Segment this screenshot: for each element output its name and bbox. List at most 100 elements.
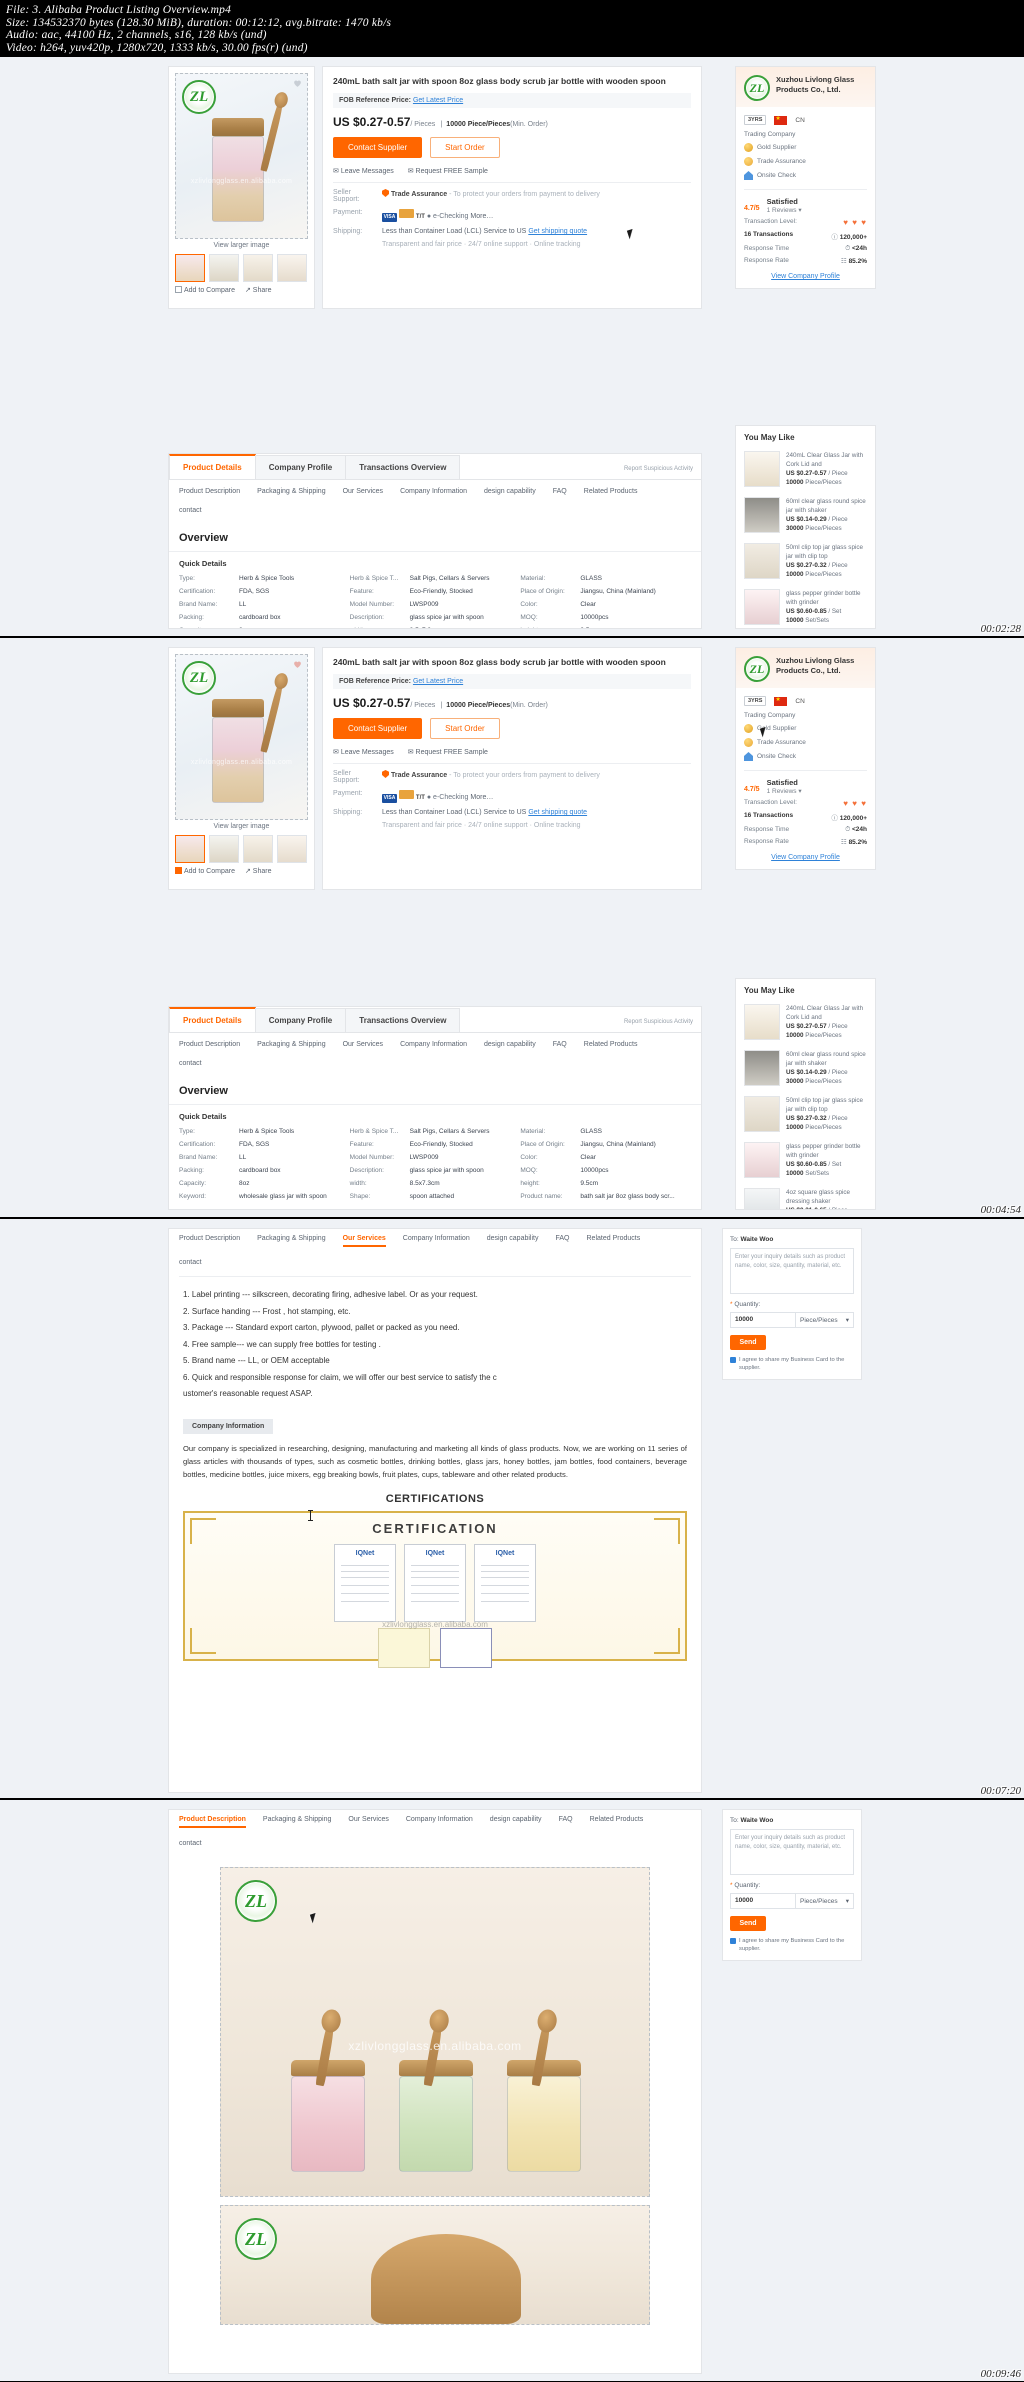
report-suspicious-activity-link[interactable]: Report Suspicious Activity — [616, 1019, 701, 1032]
thumbnail-4[interactable] — [277, 254, 307, 282]
list-item[interactable]: 50ml clip top jar glass spice jar with c… — [736, 1091, 875, 1137]
subtab-product-description[interactable]: Product Description — [179, 1235, 240, 1247]
subtab-design-capability[interactable]: design capability — [487, 1235, 539, 1247]
inquiry-message-input[interactable]: Enter your inquiry details such as produ… — [730, 1829, 854, 1875]
contact-supplier-button[interactable]: Contact Supplier — [333, 718, 423, 739]
contact-supplier-button[interactable]: Contact Supplier — [333, 137, 423, 158]
list-item[interactable]: 60ml clear glass round spice jar with sh… — [736, 1045, 875, 1091]
subtab-our-services[interactable]: Our Services — [342, 1235, 386, 1247]
subtab-packaging-shipping[interactable]: Packaging & Shipping — [257, 488, 326, 495]
quantity-input[interactable]: 10000 — [731, 1894, 795, 1908]
favorite-heart-icon[interactable] — [293, 660, 302, 669]
list-item[interactable]: 50ml clip top jar glass spice jar with c… — [736, 538, 875, 584]
list-item[interactable]: 4oz square glass spice dressing shakerUS… — [736, 1183, 875, 1209]
tab-transactions-overview[interactable]: Transactions Overview — [345, 455, 461, 479]
request-sample-link[interactable]: ✉ Request FREE Sample — [408, 167, 488, 175]
tab-company-profile[interactable]: Company Profile — [254, 455, 347, 479]
video-frame-2[interactable]: ZL xzlivlongglass.en.alibaba.com View la… — [0, 638, 1024, 1219]
thumbnail-3[interactable] — [243, 254, 273, 282]
subtab-faq[interactable]: FAQ — [553, 488, 567, 495]
start-order-button[interactable]: Start Order — [430, 137, 500, 158]
get-shipping-quote-link[interactable]: Get shipping quote — [528, 809, 587, 816]
sub-tabs[interactable]: Product Description Packaging & Shipping… — [169, 480, 701, 503]
subtab-faq[interactable]: FAQ — [559, 1816, 573, 1828]
favorite-heart-icon[interactable] — [293, 79, 302, 88]
add-to-compare-checkbox[interactable]: Add to Compare — [175, 867, 235, 875]
subtab-company-information[interactable]: Company Information — [400, 1041, 467, 1048]
share-button[interactable]: ↗ Share — [245, 867, 272, 875]
start-order-button[interactable]: Start Order — [430, 718, 500, 739]
product-photo-large-2[interactable]: ZL — [220, 2205, 650, 2325]
view-larger-image-link[interactable]: View larger image — [175, 823, 308, 830]
get-latest-price-link[interactable]: Get Latest Price — [413, 97, 463, 104]
quantity-field[interactable]: 10000 Piece/Pieces ▾ — [730, 1893, 854, 1909]
tab-product-details[interactable]: Product Details — [169, 454, 256, 479]
tab-product-details[interactable]: Product Details — [169, 1007, 256, 1032]
thumbnail-1[interactable] — [175, 835, 205, 863]
thumbnail-4[interactable] — [277, 835, 307, 863]
thumbnail-2[interactable] — [209, 254, 239, 282]
sub-tabs[interactable]: Product Description Packaging & Shipping… — [169, 1810, 701, 1836]
sub-tabs[interactable]: Product Description Packaging & Shipping… — [169, 1033, 701, 1056]
supplier-name[interactable]: Xuzhou Livlong Glass Products Co., Ltd. — [776, 656, 867, 682]
subtab-company-information[interactable]: Company Information — [403, 1235, 470, 1247]
inquiry-message-input[interactable]: Enter your inquiry details such as produ… — [730, 1248, 854, 1294]
subtab-packaging-shipping[interactable]: Packaging & Shipping — [257, 1235, 326, 1247]
subtab-related-products[interactable]: Related Products — [587, 1235, 641, 1247]
subtab-company-information[interactable]: Company Information — [400, 488, 467, 495]
main-tabs[interactable]: Product Details Company Profile Transact… — [169, 1007, 701, 1033]
subtab-product-description[interactable]: Product Description — [179, 488, 240, 495]
subtab-related-products[interactable]: Related Products — [590, 1816, 644, 1828]
send-button[interactable]: Send — [730, 1335, 766, 1350]
subtab-design-capability[interactable]: design capability — [484, 488, 536, 495]
view-company-profile-link[interactable]: View Company Profile — [744, 854, 867, 861]
subtab-faq[interactable]: FAQ — [555, 1235, 569, 1247]
quantity-field[interactable]: 10000 Piece/Pieces ▾ — [730, 1312, 854, 1328]
get-shipping-quote-link[interactable]: Get shipping quote — [528, 228, 587, 235]
video-frame-1[interactable]: ZL xzlivlongglass.en.alibaba.com View la… — [0, 57, 1024, 638]
product-main-image-2[interactable]: ZL xzlivlongglass.en.alibaba.com — [175, 654, 308, 820]
subtab-related-products[interactable]: Related Products — [584, 488, 638, 495]
quantity-unit-select[interactable]: Piece/Pieces ▾ — [795, 1894, 853, 1908]
share-business-card-checkbox[interactable]: I agree to share my Business Card to the… — [730, 1356, 854, 1372]
product-main-image[interactable]: ZL xzlivlongglass.en.alibaba.com — [175, 73, 308, 239]
thumbnail-3[interactable] — [243, 835, 273, 863]
list-item[interactable]: 60ml clear glass round spice jar with sh… — [736, 492, 875, 538]
report-suspicious-activity-link[interactable]: Report Suspicious Activity — [616, 466, 701, 479]
video-frame-4[interactable]: Product Description Packaging & Shipping… — [0, 1800, 1024, 2381]
tab-company-profile[interactable]: Company Profile — [254, 1008, 347, 1032]
subtab-packaging-shipping[interactable]: Packaging & Shipping — [263, 1816, 332, 1828]
subtab-related-products[interactable]: Related Products — [584, 1041, 638, 1048]
subtab-our-services[interactable]: Our Services — [343, 488, 383, 495]
send-button[interactable]: Send — [730, 1916, 766, 1931]
subtab-our-services[interactable]: Our Services — [348, 1816, 388, 1828]
list-item[interactable]: glass pepper grinder bottle with grinder… — [736, 1137, 875, 1183]
subtab-our-services[interactable]: Our Services — [343, 1041, 383, 1048]
subtab-design-capability[interactable]: design capability — [484, 1041, 536, 1048]
subtab-packaging-shipping[interactable]: Packaging & Shipping — [257, 1041, 326, 1048]
subtab-product-description[interactable]: Product Description — [179, 1816, 246, 1828]
payment-more-link[interactable]: More — [470, 794, 486, 801]
leave-messages-link[interactable]: ✉ Leave Messages — [333, 167, 394, 175]
get-latest-price-link[interactable]: Get Latest Price — [413, 678, 463, 685]
thumbnail-2[interactable] — [209, 835, 239, 863]
quantity-input[interactable]: 10000 — [731, 1313, 795, 1327]
thumbnail-strip[interactable] — [175, 835, 308, 863]
subtab-design-capability[interactable]: design capability — [490, 1816, 542, 1828]
tab-transactions-overview[interactable]: Transactions Overview — [345, 1008, 461, 1032]
sub-tabs[interactable]: Product Description Packaging & Shipping… — [169, 1229, 701, 1255]
add-to-compare-checkbox[interactable]: Add to Compare — [175, 286, 235, 294]
video-frame-3[interactable]: Product Description Packaging & Shipping… — [0, 1219, 1024, 1800]
thumbnail-1[interactable] — [175, 254, 205, 282]
leave-messages-link[interactable]: ✉ Leave Messages — [333, 748, 394, 756]
list-item[interactable]: 240mL Clear Glass Jar with Cork Lid and U… — [736, 446, 875, 492]
supplier-name[interactable]: Xuzhou Livlong Glass Products Co., Ltd. — [776, 75, 867, 101]
subtab-faq[interactable]: FAQ — [553, 1041, 567, 1048]
subtab-company-information[interactable]: Company Information — [406, 1816, 473, 1828]
share-business-card-checkbox[interactable]: I agree to share my Business Card to the… — [730, 1937, 854, 1953]
thumbnail-strip[interactable] — [175, 254, 308, 282]
list-item[interactable]: glass pepper grinder bottle with grinder… — [736, 584, 875, 628]
request-sample-link[interactable]: ✉ Request FREE Sample — [408, 748, 488, 756]
list-item[interactable]: 240mL Clear Glass Jar with Cork Lid and U… — [736, 999, 875, 1045]
share-button[interactable]: ↗ Share — [245, 286, 272, 294]
